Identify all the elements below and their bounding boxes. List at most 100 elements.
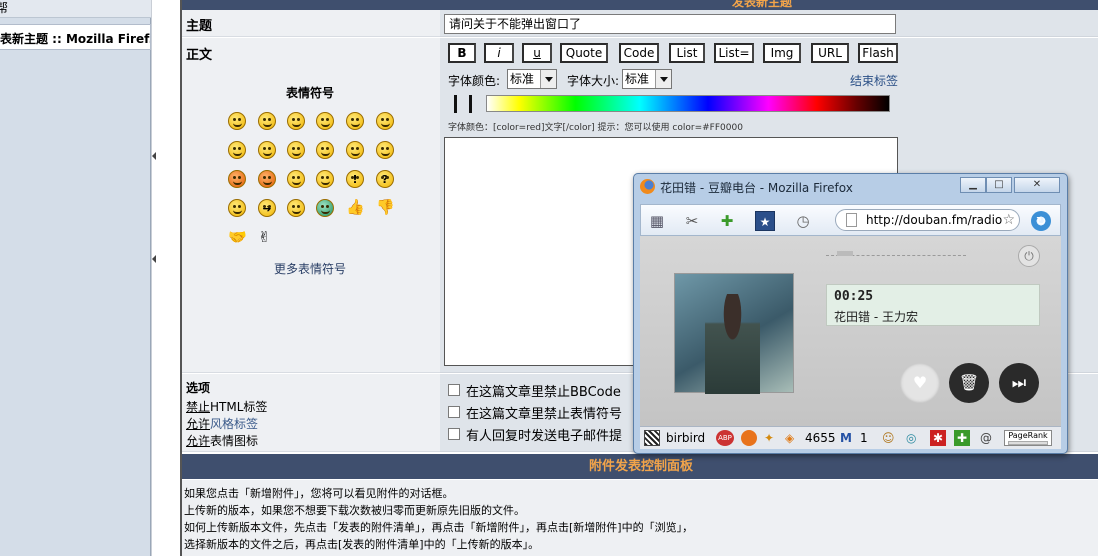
emoticon-arrow-icon[interactable]: ➜ (258, 199, 276, 217)
song-title: 花田错 - 王力宏 (834, 310, 918, 324)
color-palette[interactable] (486, 95, 890, 112)
emoticon-sad-icon[interactable] (287, 112, 305, 130)
emoticon-twisted-icon[interactable] (258, 170, 276, 188)
subject-input[interactable]: 请问关于不能弹出窗口了 (444, 14, 896, 34)
gmail-icon[interactable]: M (840, 430, 852, 446)
power-icon[interactable]: ⏻ (1018, 245, 1040, 267)
quote-button[interactable]: Quote (560, 43, 608, 63)
font-color-select[interactable]: 标准 (507, 69, 557, 89)
emoticon-evil-icon[interactable] (228, 170, 246, 188)
italic-button[interactable]: i (484, 43, 514, 63)
thumbs-up-icon[interactable]: 👍 (346, 198, 365, 216)
emoticon-cool-icon[interactable] (228, 141, 246, 159)
option-html: 禁止HTML标签 (186, 400, 268, 414)
emoticon-grin-icon[interactable] (228, 112, 246, 130)
handshake-icon[interactable]: 🤝 (228, 228, 247, 246)
image-button[interactable]: Img (763, 43, 801, 63)
victory-hand-icon[interactable]: ✌ (258, 228, 271, 246)
collapse-arrow-icon[interactable] (152, 152, 156, 160)
code-button[interactable]: Code (619, 43, 659, 63)
firefox-logo-icon (640, 179, 655, 194)
option-smilies: 允许表情图标 (186, 434, 259, 448)
emoticon-question-icon[interactable]: ? (376, 170, 394, 188)
red-addon-icon[interactable]: ✱ (930, 430, 946, 446)
pagerank-bar (1008, 441, 1048, 445)
extension-icon[interactable]: ✦ (764, 430, 774, 446)
firefox-icon[interactable] (741, 430, 757, 446)
flash-button[interactable]: Flash (858, 43, 898, 63)
pagerank-widget[interactable]: PageRank (1004, 430, 1052, 446)
window-list-item[interactable]: 表新主题 :: Mozilla Firef... (0, 24, 151, 50)
emoticon-laugh-icon[interactable] (258, 141, 276, 159)
checkered-addon-icon[interactable] (644, 430, 660, 446)
minimize-button[interactable]: ▁ (960, 177, 986, 193)
body-label: 正文 (186, 48, 213, 63)
tools-icon[interactable]: ✂ (682, 211, 702, 231)
volume-slider-fill (837, 251, 853, 256)
emoticon-neutral-icon[interactable] (287, 199, 305, 217)
notify-reply-checkbox[interactable] (448, 428, 460, 440)
maximize-button[interactable]: □ (986, 177, 1012, 193)
emoticon-rolleyes-icon[interactable] (287, 170, 305, 188)
trash-button[interactable]: 🗑 (949, 363, 989, 403)
pane-splitter[interactable] (151, 0, 180, 556)
firefox-popup-window[interactable]: 花田错 - 豆瓣电台 - Mozilla Firefox ▁ □ ✕ ▦ ✂ ✚… (633, 173, 1068, 454)
bookmark-star-icon[interactable]: ★ (755, 211, 775, 231)
font-size-select[interactable]: 标准 (622, 69, 672, 89)
options-label: 选项 (186, 381, 211, 395)
address-bar[interactable]: http://douban.fm/radio ☆ (835, 209, 1020, 231)
at-addon-icon[interactable]: @ (980, 430, 992, 446)
font-color-label: 字体颜色: (448, 74, 501, 88)
url-button[interactable]: URL (811, 43, 849, 63)
ordered-list-button[interactable]: List= (714, 43, 754, 63)
bold-button[interactable]: B (448, 43, 476, 63)
emoticon-exclaim-icon[interactable]: ! (346, 170, 364, 188)
emoticon-confused-icon[interactable] (376, 112, 394, 130)
emoticon-mad-icon[interactable] (287, 141, 305, 159)
underline-button[interactable]: u (522, 43, 552, 63)
option-html-toggle[interactable]: 禁止 (186, 400, 210, 414)
skip-next-button[interactable]: ⏭ (999, 363, 1039, 403)
disable-bbcode-checkbox[interactable] (448, 384, 460, 396)
disable-smilies-label: 在这篇文章里禁止表情符号 (466, 407, 623, 422)
attachments-help-line: 上传新的版本，如果您不想要下载次数被归零而更新原先旧版的文件。 (184, 504, 525, 517)
emoticon-embarrassed-icon[interactable] (346, 141, 364, 159)
page-icon (846, 213, 857, 227)
thumbs-down-icon[interactable]: 👎 (376, 198, 395, 216)
rss-feed-icon[interactable]: ◈ (785, 430, 794, 446)
bookmark-star-outline-icon[interactable]: ☆ (1002, 210, 1015, 230)
like-heart-button[interactable]: ♥ (900, 363, 940, 403)
collapse-arrow-icon[interactable] (152, 255, 156, 263)
emoticon-shocked-icon[interactable] (346, 112, 364, 130)
window-list-item-label: 表新主题 :: Mozilla Firef... (0, 32, 150, 46)
close-tags-link[interactable]: 结束标签 (850, 72, 898, 89)
emoticon-wink-icon[interactable] (316, 170, 334, 188)
attachments-help-line: 如果您点击「新增附件」，您将可以看见附件的对话框。 (184, 487, 454, 500)
adblock-icon[interactable]: ABP (716, 430, 734, 446)
emoticon-smile-icon[interactable] (258, 112, 276, 130)
option-smilies-toggle[interactable]: 允许 (186, 434, 210, 448)
globe-addon-icon[interactable]: ◎ (906, 430, 916, 446)
emoticon-razz-icon[interactable] (316, 141, 334, 159)
option-bbcode-toggle[interactable]: 允许 (186, 417, 210, 431)
green-addon-icon[interactable]: ✚ (954, 430, 970, 446)
emoticon-cry-icon[interactable] (376, 141, 394, 159)
bbcode-hint: 字体颜色：[color=red]文字[/color] 提示：您可以使用 colo… (448, 123, 743, 133)
close-button[interactable]: ✕ (1014, 177, 1060, 193)
dropdown-arrow-icon (655, 70, 671, 88)
address-bar-url: http://douban.fm/radio (866, 213, 1003, 227)
history-clock-icon[interactable]: ◷ (793, 211, 813, 231)
addon-puzzle-icon[interactable]: ✚ (717, 211, 737, 231)
now-playing-box: 00:25 花田错 - 王力宏 (826, 284, 1040, 326)
emoticon-mrgreen-icon[interactable] (316, 199, 334, 217)
palette-divider (469, 95, 472, 113)
emoticon-surprised-icon[interactable] (316, 112, 334, 130)
sync-refresh-icon[interactable]: ↻ (1031, 211, 1051, 231)
pagerank-label: PageRank (1008, 431, 1048, 440)
grid-tool-icon[interactable]: ▦ (647, 211, 667, 231)
emoticon-idea-icon[interactable] (228, 199, 246, 217)
more-emoticons-link[interactable]: 更多表情符号 (274, 260, 346, 277)
list-button[interactable]: List (669, 43, 705, 63)
disable-smilies-checkbox[interactable] (448, 406, 460, 418)
smiley-addon-icon[interactable]: ☺ (882, 430, 895, 446)
